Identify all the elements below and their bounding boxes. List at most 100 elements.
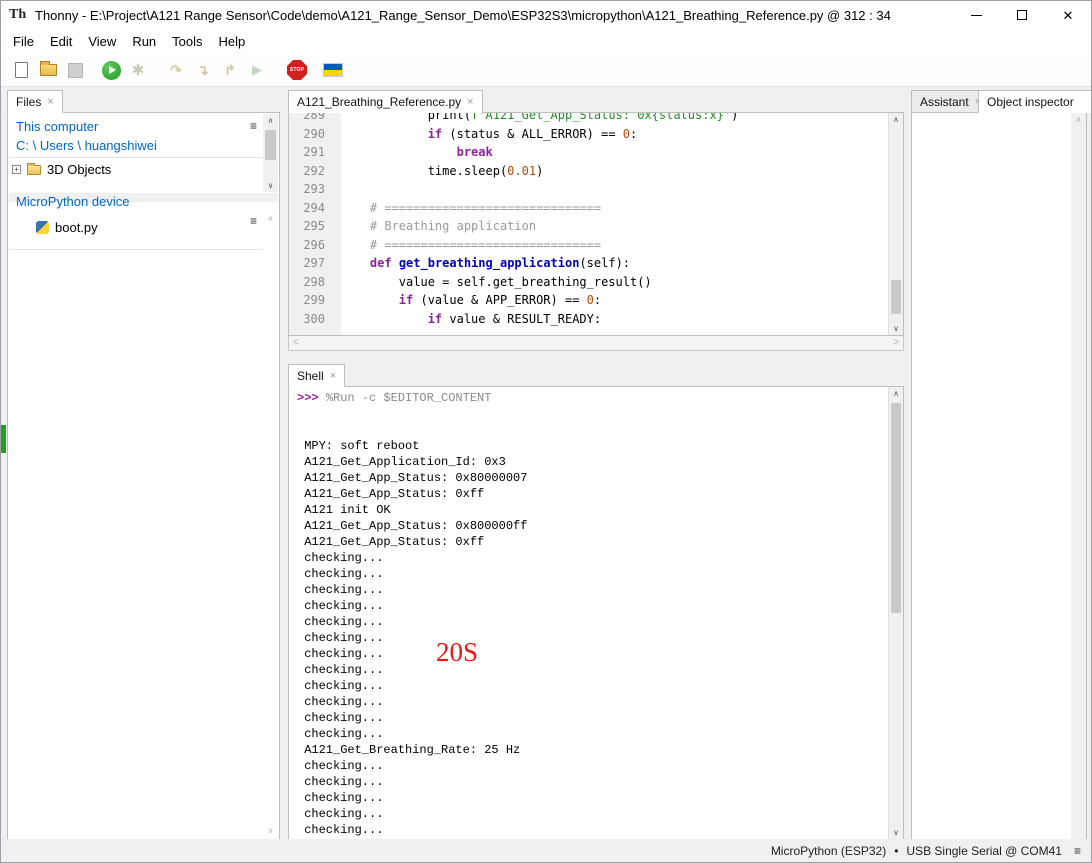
- tree-item-3d-objects[interactable]: + 3D Objects: [8, 159, 279, 180]
- status-menu-icon[interactable]: ≡: [1074, 844, 1081, 858]
- status-bullet: •: [894, 844, 898, 858]
- ukraine-flag-button[interactable]: [321, 58, 345, 82]
- shell-line: checking...: [297, 582, 887, 598]
- shell-line: checking...: [297, 822, 887, 838]
- shell-line: checking...: [297, 806, 887, 822]
- tab-editor-close-icon[interactable]: ×: [467, 96, 473, 108]
- line-number: 299: [289, 291, 333, 310]
- line-number: 289: [289, 112, 333, 125]
- step-out-button[interactable]: ↱: [218, 58, 242, 82]
- stop-button[interactable]: STOP: [285, 58, 309, 82]
- tab-editor-label: A121_Breathing_Reference.py: [297, 95, 461, 109]
- new-file-button[interactable]: [9, 58, 33, 82]
- menu-bar: File Edit View Run Tools Help: [1, 29, 1091, 54]
- shell-line: A121_Get_App_Status: 0x80000007: [297, 470, 887, 486]
- scroll-down-icon[interactable]: ∨: [889, 828, 903, 837]
- scroll-right-icon[interactable]: >: [893, 337, 899, 348]
- editor-line: 294 # ==============================: [289, 199, 887, 218]
- scroll-up-icon[interactable]: ∧: [1071, 115, 1086, 124]
- shell-line: checking...: [297, 614, 887, 630]
- line-number: 290: [289, 125, 333, 144]
- inspector-panel: ∧: [911, 112, 1087, 840]
- save-icon: [68, 63, 83, 78]
- shell-line: A121_Get_App_Status: 0x800000ff: [297, 518, 887, 534]
- scroll-up-icon[interactable]: ∧: [889, 389, 903, 398]
- expand-icon[interactable]: +: [12, 165, 21, 174]
- workspace: Files × This computer ≡ C: \ Users \ hua…: [1, 86, 1092, 841]
- scroll-thumb[interactable]: [891, 403, 901, 613]
- step-out-icon: ↱: [224, 62, 236, 79]
- close-button[interactable]: ✕: [1045, 1, 1091, 29]
- editor-panel[interactable]: 289 print(f'A121_Get_App_Status: 0x{stat…: [288, 112, 904, 336]
- shell-line: >>> %Run -c $EDITOR_CONTENT: [297, 390, 887, 406]
- files-menu-icon[interactable]: ≡: [250, 119, 257, 133]
- status-port[interactable]: USB Single Serial @ COM41: [906, 844, 1062, 858]
- shell-line: checking...: [297, 566, 887, 582]
- menu-help[interactable]: Help: [211, 31, 254, 52]
- editor-line: 289 print(f'A121_Get_App_Status: 0x{stat…: [289, 112, 887, 125]
- scroll-thumb[interactable]: [891, 280, 901, 314]
- line-number: 294: [289, 199, 333, 218]
- ukraine-flag-icon: [323, 63, 343, 77]
- menu-edit[interactable]: Edit: [42, 31, 80, 52]
- run-button[interactable]: [99, 58, 123, 82]
- step-into-button[interactable]: ↴: [191, 58, 215, 82]
- scroll-left-icon[interactable]: <: [293, 337, 299, 348]
- menu-file[interactable]: File: [5, 31, 42, 52]
- device-menu-icon[interactable]: ≡: [250, 214, 257, 228]
- line-number: 296: [289, 236, 333, 255]
- editor-code-area[interactable]: 289 print(f'A121_Get_App_Status: 0x{stat…: [289, 112, 887, 328]
- editor-vscrollbar[interactable]: ∧ ∨: [888, 113, 903, 335]
- menu-view[interactable]: View: [80, 31, 124, 52]
- device-file-bootpy[interactable]: boot.py: [8, 217, 279, 238]
- menu-tools[interactable]: Tools: [164, 31, 210, 52]
- maximize-button[interactable]: [999, 1, 1045, 29]
- scroll-up-icon[interactable]: ∧: [263, 116, 278, 125]
- shell-panel[interactable]: >>> %Run -c $EDITOR_CONTENT MPY: soft re…: [288, 386, 904, 840]
- annotation-20s: 20S: [436, 637, 478, 668]
- resume-button[interactable]: ▶: [245, 58, 269, 82]
- toolbar: ✱ ↷ ↴ ↱ ▶ STOP: [1, 54, 1091, 86]
- tab-files[interactable]: Files ×: [7, 90, 63, 113]
- tab-files-close-icon[interactable]: ×: [47, 96, 53, 108]
- tab-files-label: Files: [16, 95, 41, 109]
- minimize-button[interactable]: [953, 1, 999, 29]
- line-number: 300: [289, 310, 333, 329]
- micropython-device-header[interactable]: MicroPython device: [8, 192, 279, 211]
- tab-editor[interactable]: A121_Breathing_Reference.py ×: [288, 90, 483, 113]
- status-bar: MicroPython (ESP32) • USB Single Serial …: [1, 839, 1091, 862]
- shell-line: checking...: [297, 726, 887, 742]
- device-scroll-down-icon[interactable]: ∨: [263, 826, 278, 835]
- maximize-icon: [1017, 10, 1027, 20]
- scroll-down-icon[interactable]: ∨: [263, 181, 278, 190]
- shell-line: checking...: [297, 550, 887, 566]
- shell-output-area[interactable]: >>> %Run -c $EDITOR_CONTENT MPY: soft re…: [289, 390, 887, 840]
- scroll-down-icon[interactable]: ∨: [889, 324, 903, 333]
- line-number: 295: [289, 217, 333, 236]
- status-interpreter[interactable]: MicroPython (ESP32): [771, 844, 886, 858]
- shell-vscrollbar[interactable]: ∧ ∨: [888, 387, 903, 839]
- open-file-button[interactable]: [36, 58, 60, 82]
- shell-line: checking...: [297, 710, 887, 726]
- files-scrollbar[interactable]: ∧ ∨: [263, 114, 278, 192]
- scroll-thumb[interactable]: [265, 130, 276, 160]
- scroll-up-icon[interactable]: ∧: [889, 115, 903, 124]
- menu-run[interactable]: Run: [124, 31, 164, 52]
- device-scroll-up-icon[interactable]: ∧: [263, 214, 278, 223]
- inspector-vscrollbar[interactable]: ∧: [1071, 113, 1086, 839]
- files-this-computer[interactable]: This computer: [8, 113, 279, 136]
- editor-line: 298 value = self.get_breathing_result(): [289, 273, 887, 292]
- shell-line: checking...: [297, 646, 887, 662]
- step-over-button[interactable]: ↷: [164, 58, 188, 82]
- debug-button[interactable]: ✱: [126, 58, 150, 82]
- shell-line: checking...: [297, 774, 887, 790]
- save-button[interactable]: [63, 58, 87, 82]
- files-path[interactable]: C: \ Users \ huangshiwei: [8, 136, 279, 155]
- editor-hscrollbar[interactable]: < >: [288, 336, 904, 351]
- shell-line: checking...: [297, 694, 887, 710]
- tree-item-label: 3D Objects: [47, 162, 111, 177]
- tab-shell[interactable]: Shell ×: [288, 364, 345, 387]
- tab-object-inspector[interactable]: Object inspector: [978, 90, 1092, 113]
- tab-shell-close-icon[interactable]: ×: [330, 370, 336, 382]
- python-file-icon: [36, 221, 49, 234]
